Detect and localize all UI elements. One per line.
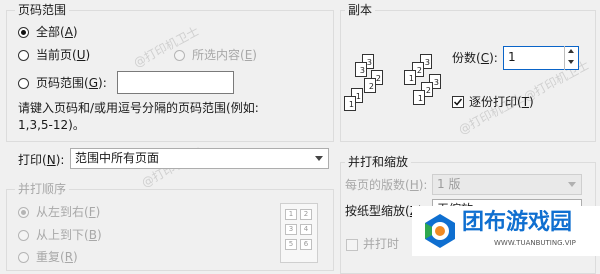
stack-page-icon: 2 — [364, 78, 376, 93]
pages-per-sheet-label: 每页的版数(H): — [345, 178, 428, 192]
collate-label[interactable]: 逐份打印(T) — [469, 95, 534, 110]
chevron-down-icon[interactable] — [315, 156, 323, 161]
checkmark-icon — [453, 98, 463, 106]
radio-pages-label[interactable]: 页码范围(G): — [36, 76, 107, 91]
stack-page-icon: 1 — [413, 90, 425, 105]
copies-legend: 副本 — [345, 3, 376, 17]
order-preview-cell: 3 — [285, 224, 297, 235]
brand-url: WWW.TUANBUTING.VIP — [494, 239, 576, 247]
radio-left-to-right-indicator — [18, 207, 29, 218]
zoom-legend: 并打和缩放 — [345, 155, 412, 169]
page-range-legend: 页码范围 — [15, 3, 70, 17]
copies-count-stepper[interactable] — [564, 46, 578, 70]
pages-per-sheet-dropdown: 1 版 — [432, 174, 582, 195]
brand-badge: 团布游戏园 WWW.TUANBUTING.VIP — [412, 206, 600, 256]
stack-page-icon: 1 — [404, 70, 416, 85]
radio-current-indicator[interactable] — [18, 50, 29, 61]
order-preview-cell: 1 — [285, 209, 297, 220]
radio-selection-label: 所选内容(E) — [192, 48, 257, 62]
print-what-dropdown[interactable]: 范围中所有页面 — [70, 148, 329, 169]
radio-pages-indicator[interactable] — [18, 78, 29, 89]
print-order-preview: 1 2 3 4 5 6 — [280, 203, 318, 263]
brand-title: 团布游戏园 — [462, 210, 573, 235]
print-what-value[interactable]: 范围中所有页面 — [75, 151, 159, 165]
print-what-label: 打印(N): — [18, 153, 65, 167]
radio-selection-indicator — [174, 50, 185, 61]
print-order-legend: 并打顺序 — [15, 182, 70, 196]
combine-label: 并打时 — [363, 237, 400, 251]
order-preview-cell: 2 — [300, 209, 312, 220]
order-preview-cell: 4 — [300, 224, 312, 235]
page-range-hint: 请键入页码和/或用逗号分隔的页码范围(例如: — [18, 101, 259, 115]
stack-page-icon: 1 — [344, 96, 356, 111]
order-preview-cell: 5 — [285, 239, 297, 250]
radio-all-indicator[interactable] — [18, 27, 29, 38]
page-range-hint-example: 1,3,5-12)。 — [18, 118, 85, 132]
radio-current-label[interactable]: 当前页(U) — [36, 48, 90, 63]
radio-top-to-bottom-label: 从上到下(B) — [36, 228, 102, 242]
page-range-input[interactable] — [117, 71, 234, 94]
copies-decrement-icon[interactable] — [565, 57, 578, 68]
radio-left-to-right-label: 从左到右(F) — [36, 205, 101, 219]
chevron-down-icon — [568, 182, 576, 187]
radio-repeat-indicator — [18, 252, 29, 263]
order-preview-cell: 6 — [300, 239, 312, 250]
stack-page-icon: 3 — [355, 62, 367, 77]
copies-count-value[interactable]: 1 — [508, 50, 516, 64]
copies-count-label: 份数(C): — [452, 51, 498, 65]
combine-checkbox-box — [346, 239, 358, 251]
copies-count-input[interactable]: 1 — [503, 46, 579, 70]
collate-checkbox-box[interactable] — [452, 96, 464, 108]
radio-top-to-bottom-indicator — [18, 230, 29, 241]
radio-all-label[interactable]: 全部(A) — [36, 25, 78, 40]
radio-repeat-label: 重复(R) — [36, 250, 78, 264]
pages-per-sheet-value: 1 版 — [437, 177, 461, 191]
brand-logo-icon — [425, 214, 455, 248]
copies-increment-icon[interactable] — [565, 46, 578, 57]
